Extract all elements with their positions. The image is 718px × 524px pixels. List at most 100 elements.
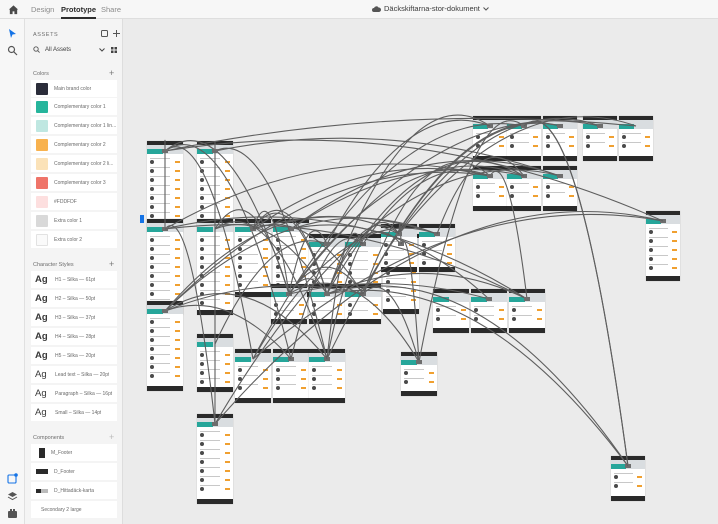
prototype-wire[interactable] <box>326 285 629 467</box>
prototype-wire[interactable] <box>523 120 629 467</box>
prototype-wire[interactable] <box>290 237 364 360</box>
character-style-item[interactable]: Ag H3 – Silka — 37pt <box>31 309 117 326</box>
component-item[interactable]: D_Footer <box>31 463 117 480</box>
character-style-label: H3 – Silka — 37pt <box>55 314 96 321</box>
prototype-wire[interactable] <box>214 147 328 360</box>
prototype-wire[interactable] <box>418 120 525 363</box>
tab-share[interactable]: Share <box>101 5 121 14</box>
color-label: Complementary color 1 lin... <box>54 122 117 129</box>
character-style-glyph: Ag <box>35 350 48 361</box>
prototype-wire[interactable] <box>164 171 491 312</box>
color-swatch-item[interactable]: #FDDFDF <box>31 193 117 210</box>
tab-prototype[interactable]: Prototype <box>61 5 97 19</box>
prototype-wire[interactable] <box>164 304 292 360</box>
home-icon[interactable] <box>8 4 19 15</box>
wire-handle[interactable] <box>524 297 530 301</box>
home-artboard-marker[interactable] <box>140 215 144 223</box>
character-style-item[interactable]: Ag H5 – Silka — 20pt <box>31 347 117 364</box>
component-thumbnail <box>36 469 48 474</box>
character-style-item[interactable]: Ag H4 – Silka — 28pt <box>31 328 117 345</box>
color-swatch <box>36 176 48 189</box>
prototype-wire[interactable] <box>164 293 328 360</box>
prototype-wire[interactable] <box>326 232 364 360</box>
character-style-glyph: Ag <box>35 407 47 418</box>
wire-handle[interactable] <box>557 124 563 128</box>
color-label: Complementary color 3 <box>54 179 106 186</box>
add-component-icon[interactable]: + <box>109 433 114 442</box>
search-icon[interactable] <box>7 45 18 56</box>
panel-title: ASSETS <box>33 32 59 38</box>
character-style-glyph: Ag <box>35 312 48 323</box>
select-arrow-icon[interactable] <box>7 28 18 39</box>
wire-handle[interactable] <box>487 174 493 178</box>
wire-handle[interactable] <box>486 297 492 301</box>
color-swatch-item[interactable]: Extra color 2 <box>31 231 117 248</box>
color-swatch-item[interactable]: Main brand color <box>31 80 117 97</box>
add-icon[interactable] <box>113 30 120 37</box>
color-swatch <box>36 157 48 170</box>
color-swatch-item[interactable]: Extra color 1 <box>31 212 117 229</box>
color-label: Main brand color <box>54 85 92 92</box>
chevron-down-icon <box>483 6 489 11</box>
component-thumbnail <box>36 488 48 493</box>
color-swatch-item[interactable]: Complementary color 2 <box>31 136 117 153</box>
character-styles-section-label: Character Styles <box>33 262 74 268</box>
prototype-wire[interactable] <box>288 282 420 363</box>
color-swatch-item[interactable]: Complementary color 1 lin... <box>31 117 117 134</box>
character-style-item[interactable]: Ag Paragraph – Silka — 16pt <box>31 385 117 402</box>
character-style-glyph: Ag <box>35 388 47 399</box>
character-style-item[interactable]: Ag Lead text – Silka — 20pt <box>31 366 117 383</box>
search-icon <box>33 46 40 53</box>
wire-handle[interactable] <box>212 149 218 153</box>
wire-handle[interactable] <box>597 124 603 128</box>
prototype-wire[interactable] <box>164 225 216 425</box>
character-style-item[interactable]: Ag H2 – Silka — 50pt <box>31 290 117 307</box>
asset-filter[interactable]: All Assets <box>31 43 117 56</box>
layers-icon[interactable] <box>7 491 18 502</box>
color-swatch <box>36 119 48 132</box>
prototype-wire[interactable] <box>398 116 637 235</box>
component-thumbnail <box>39 447 45 458</box>
component-item[interactable]: D_Hittadäck-karta <box>31 482 117 499</box>
color-swatch <box>36 195 48 208</box>
tab-design[interactable]: Design <box>31 5 54 14</box>
color-swatch-item[interactable]: Complementary color 1 <box>31 98 117 115</box>
prototype-wire[interactable] <box>288 165 525 295</box>
plugins-icon[interactable] <box>7 508 18 519</box>
add-character-style-icon[interactable]: + <box>109 260 114 269</box>
component-item[interactable]: M_Footer <box>31 444 117 461</box>
character-style-item[interactable]: Ag H1 – Silka — 61pt <box>31 271 117 288</box>
wire-handle[interactable] <box>416 360 422 364</box>
color-swatch <box>36 233 48 246</box>
color-label: Extra color 2 <box>54 236 83 243</box>
colors-section-label: Colors <box>33 71 49 77</box>
color-swatch-item[interactable]: Complementary color 2 li... <box>31 155 117 172</box>
prototype-canvas[interactable] <box>123 19 718 524</box>
assets-icon[interactable] <box>7 473 18 484</box>
character-style-label: Lead text – Silka — 20pt <box>55 371 110 378</box>
character-style-label: H2 – Silka — 50pt <box>55 295 96 302</box>
wire-handle[interactable] <box>162 149 168 153</box>
wire-handle[interactable] <box>324 292 330 296</box>
wire-handle[interactable] <box>162 309 168 313</box>
color-label: Complementary color 2 <box>54 141 106 148</box>
grid-view-icon[interactable] <box>111 46 117 53</box>
color-swatch <box>36 100 48 113</box>
panel-header-actions <box>101 30 120 37</box>
wire-handle[interactable] <box>212 422 218 426</box>
prototype-wire[interactable] <box>326 289 629 467</box>
prototype-wire[interactable] <box>523 120 629 467</box>
prototype-wire[interactable] <box>362 161 491 295</box>
character-style-item[interactable]: Ag Small – Silka — 14pt <box>31 404 117 421</box>
color-swatch <box>36 82 48 95</box>
document-title-dropdown[interactable]: Däckskiftarna-stor-dokument <box>372 4 489 13</box>
prototype-wire[interactable] <box>362 286 420 363</box>
wire-handle[interactable] <box>324 242 330 246</box>
color-swatch-item[interactable]: Complementary color 3 <box>31 174 117 191</box>
add-color-icon[interactable]: + <box>109 69 114 78</box>
component-item[interactable]: Secondary 2 large <box>31 501 117 518</box>
link-document-icon[interactable] <box>101 30 108 37</box>
asset-filter-label: All Assets <box>45 46 72 53</box>
wire-handle[interactable] <box>557 174 563 178</box>
assets-panel: ASSETS All Assets Colors + Main brand co… <box>25 19 123 524</box>
